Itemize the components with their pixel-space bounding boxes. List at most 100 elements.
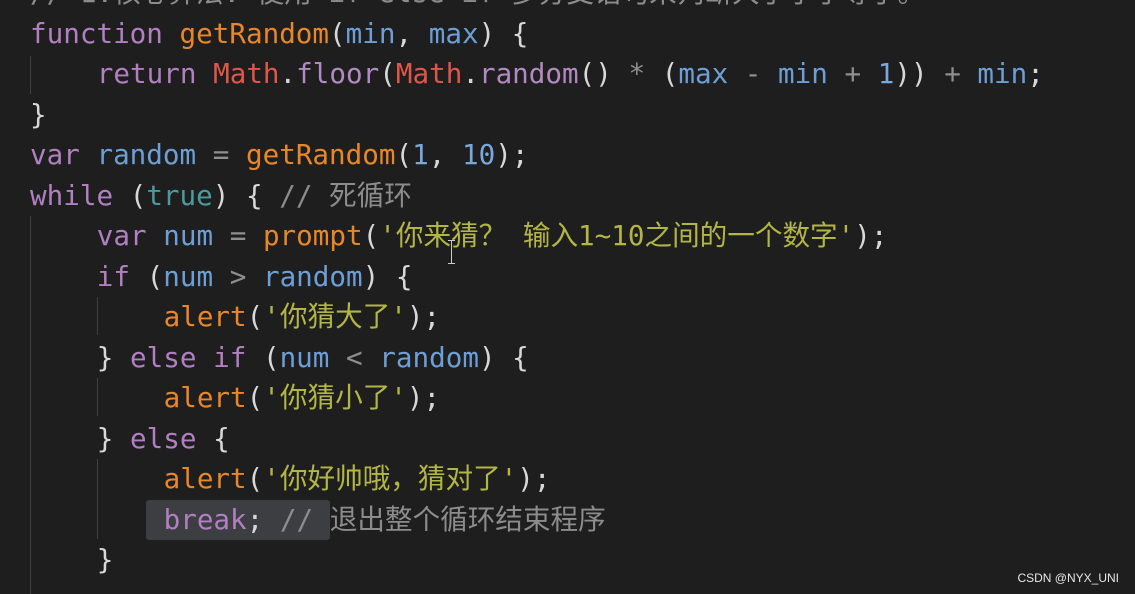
code-content: } else { <box>97 419 230 460</box>
token-op: + <box>844 57 878 90</box>
code-line[interactable]: var random = getRandom(1, 10); <box>0 135 1135 176</box>
token-fn: getRandom <box>245 138 396 171</box>
code-content: } <box>97 540 114 581</box>
token-punc: } <box>96 421 131 455</box>
code-line[interactable]: break; // 退出整个循环结束程序 <box>0 500 1135 541</box>
token-str: '你好帅哦，猜对了' <box>263 462 518 495</box>
token-punc: , <box>428 138 462 171</box>
token-cm: // 退出整个循环结束程序 <box>279 502 606 536</box>
token-op: * <box>628 57 662 90</box>
code-line[interactable]: // 1.核心算法: 使用 if else if 多分支语句来判断大于小于等于。 <box>0 0 1135 14</box>
token-kw: var <box>30 138 97 171</box>
token-punc: ); <box>854 219 888 252</box>
token-punc: , <box>395 16 429 50</box>
code-content: } else if (num < random) { <box>97 338 529 379</box>
token-param: min <box>977 57 1028 90</box>
token-method: floor <box>296 57 380 90</box>
token-punc: ( <box>246 381 264 414</box>
code-line[interactable]: alert('你猜小了'); <box>0 378 1135 419</box>
token-punc: ( <box>379 57 396 90</box>
code-content: function getRandom(min, max) { <box>30 14 528 55</box>
token-punc: ( <box>146 259 164 293</box>
token-kw: var <box>96 219 164 252</box>
code-line[interactable]: } else if (num < random) { <box>0 338 1135 379</box>
watermark: CSDN @NYX_UNI <box>1017 571 1119 585</box>
code-content: while (true) { // 死循环 <box>30 176 412 217</box>
token-fn: alert <box>163 300 247 333</box>
token-punc: } <box>30 97 47 131</box>
token-punc: ( <box>129 178 147 212</box>
token-punc: ) { <box>478 340 529 374</box>
code-content: alert('你猜大了'); <box>164 297 441 338</box>
token-punc: { <box>213 421 230 455</box>
token-bool: true <box>146 178 213 212</box>
token-cm: // 死循环 <box>279 178 412 212</box>
token-str: '你猜大了' <box>263 300 407 333</box>
token-str: '你猜小了' <box>263 381 407 414</box>
token-param: random <box>379 340 479 374</box>
token-punc: ); <box>406 381 441 414</box>
token-punc: ) { <box>478 16 529 50</box>
token-punc: ( <box>262 340 280 374</box>
token-op: = <box>212 138 246 171</box>
token-kw: else <box>130 421 214 455</box>
token-op: - <box>744 57 779 90</box>
token-kw: function <box>30 16 180 50</box>
code-editor[interactable]: // 1.核心算法: 使用 if else if 多分支语句来判断大于小于等于。… <box>0 0 1135 581</box>
token-method: random <box>478 57 579 90</box>
token-punc: ( <box>246 462 264 495</box>
text-cursor-ibeam-icon <box>448 240 455 264</box>
token-param: random <box>262 259 363 293</box>
token-cm: // 1.核心算法: 使用 if else if 多分支语句来判断大于小于等于。 <box>30 0 925 9</box>
token-kw: break <box>163 502 247 536</box>
token-math: Math <box>395 57 463 90</box>
token-punc: ); <box>406 300 441 333</box>
token-punc: . <box>462 57 479 90</box>
code-content: } <box>30 95 47 136</box>
token-num: 10 <box>461 138 496 171</box>
token-op: < <box>346 340 380 374</box>
token-param: min <box>778 57 845 90</box>
token-param: num <box>279 340 347 374</box>
code-line[interactable]: while (true) { // 死循环 <box>0 176 1135 217</box>
token-fn: getRandom <box>179 16 330 50</box>
token-param: max <box>428 16 479 50</box>
code-content: return Math.floor(Math.random() * (max -… <box>97 54 1044 95</box>
token-param: num <box>163 219 230 252</box>
code-line[interactable]: function getRandom(min, max) { <box>0 14 1135 55</box>
token-kw: else if <box>130 340 263 374</box>
token-punc: ); <box>517 462 551 495</box>
code-line[interactable]: } else { <box>0 419 1135 460</box>
code-content: alert('你猜小了'); <box>164 378 441 419</box>
token-param: max <box>678 57 745 90</box>
token-punc: ; <box>246 502 280 536</box>
token-op: + <box>944 57 978 90</box>
token-kw: return <box>96 57 214 90</box>
code-line[interactable]: alert('你好帅哦，猜对了'); <box>0 459 1135 500</box>
token-punc: ( <box>329 16 346 50</box>
token-punc: } <box>96 543 114 576</box>
token-punc: ( <box>246 300 264 333</box>
code-content: var num = prompt('你来猜？ 输入1~10之间的一个数字'); <box>97 216 888 257</box>
token-punc: ( <box>395 138 413 171</box>
token-punc: ( <box>661 57 679 90</box>
code-line[interactable]: if (num > random) { <box>0 257 1135 298</box>
token-fn: alert <box>163 381 247 414</box>
code-line[interactable]: return Math.floor(Math.random() * (max -… <box>0 54 1135 95</box>
token-op: > <box>229 259 263 293</box>
token-punc: } <box>96 340 131 374</box>
code-content: break; // 退出整个循环结束程序 <box>164 500 606 541</box>
code-content: if (num > random) { <box>97 257 413 298</box>
token-fn: prompt <box>262 219 363 252</box>
token-punc: ; <box>1027 57 1044 90</box>
token-num: 1 <box>412 138 429 171</box>
code-content: // 1.核心算法: 使用 if else if 多分支语句来判断大于小于等于。 <box>30 0 925 14</box>
token-fn: alert <box>163 462 247 495</box>
code-line[interactable]: var num = prompt('你来猜？ 输入1~10之间的一个数字'); <box>0 216 1135 257</box>
token-param: min <box>345 16 396 50</box>
token-punc: () <box>578 57 629 90</box>
code-line[interactable]: alert('你猜大了'); <box>0 297 1135 338</box>
code-line[interactable]: } <box>0 540 1135 581</box>
token-punc: ) { <box>362 259 413 293</box>
code-line[interactable]: } <box>0 95 1135 136</box>
